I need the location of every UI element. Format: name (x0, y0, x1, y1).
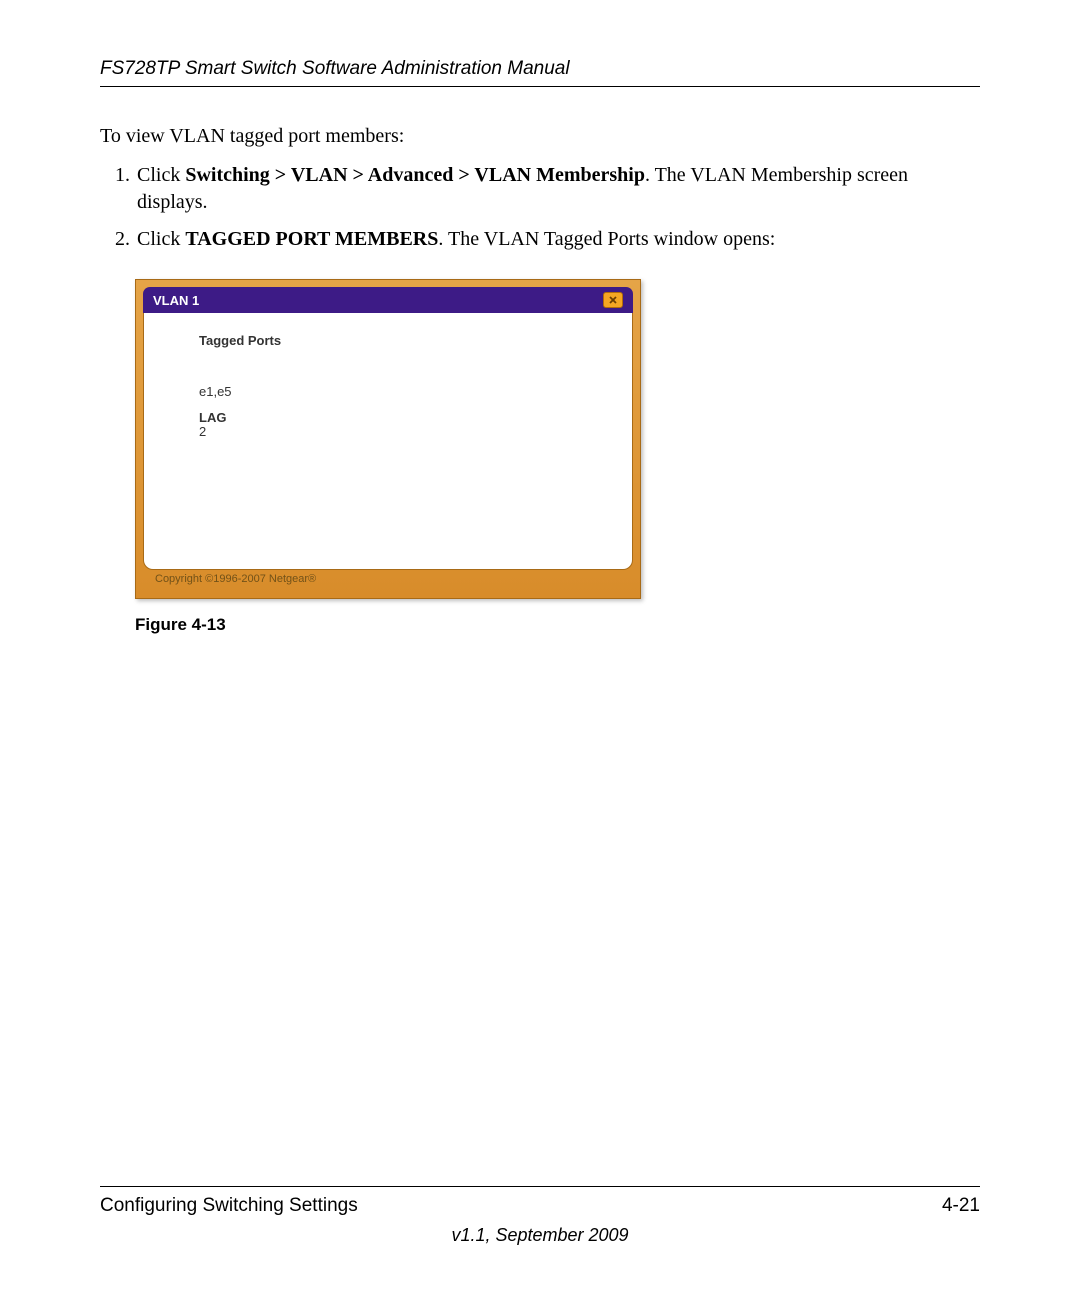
lag-value: 2 (199, 425, 622, 439)
footer-version: v1.1, September 2009 (100, 1225, 980, 1246)
instruction-step-1: Click Switching > VLAN > Advanced > VLAN… (135, 162, 980, 216)
window-title: VLAN 1 (153, 293, 199, 308)
header-rule (100, 86, 980, 87)
intro-text: To view VLAN tagged port members: (100, 125, 980, 148)
step-2-bold: TAGGED PORT MEMBERS (185, 228, 438, 250)
instruction-list: Click Switching > VLAN > Advanced > VLAN… (135, 162, 980, 253)
port-list-value: e1,e5 (199, 384, 622, 399)
step-1-prefix: Click (137, 164, 185, 186)
page-footer: Configuring Switching Settings 4-21 v1.1… (100, 1186, 980, 1246)
window-copyright: Copyright ©1996-2007 Netgear® (143, 570, 633, 585)
step-1-bold: Switching > VLAN > Advanced > VLAN Membe… (185, 164, 645, 186)
figure-wrap: VLAN 1 Tagged Ports e1,e5 LAG 2 Copyrigh… (135, 279, 980, 599)
figure-caption: Figure 4-13 (135, 615, 980, 635)
close-button[interactable] (603, 292, 623, 308)
lag-label: LAG (199, 411, 622, 425)
window-body: Tagged Ports e1,e5 LAG 2 (143, 313, 633, 570)
footer-page-number: 4-21 (942, 1195, 980, 1217)
vlan-tagged-ports-window: VLAN 1 Tagged Ports e1,e5 LAG 2 Copyrigh… (135, 279, 641, 599)
section-heading: Tagged Ports (199, 333, 622, 348)
close-icon (608, 295, 618, 305)
step-2-suffix: . The VLAN Tagged Ports window opens: (438, 228, 775, 250)
instruction-step-2: Click TAGGED PORT MEMBERS. The VLAN Tagg… (135, 226, 980, 253)
document-header-title: FS728TP Smart Switch Software Administra… (100, 58, 980, 80)
footer-rule (100, 1186, 980, 1187)
step-2-prefix: Click (137, 228, 185, 250)
footer-section-name: Configuring Switching Settings (100, 1195, 358, 1217)
window-titlebar: VLAN 1 (143, 287, 633, 313)
